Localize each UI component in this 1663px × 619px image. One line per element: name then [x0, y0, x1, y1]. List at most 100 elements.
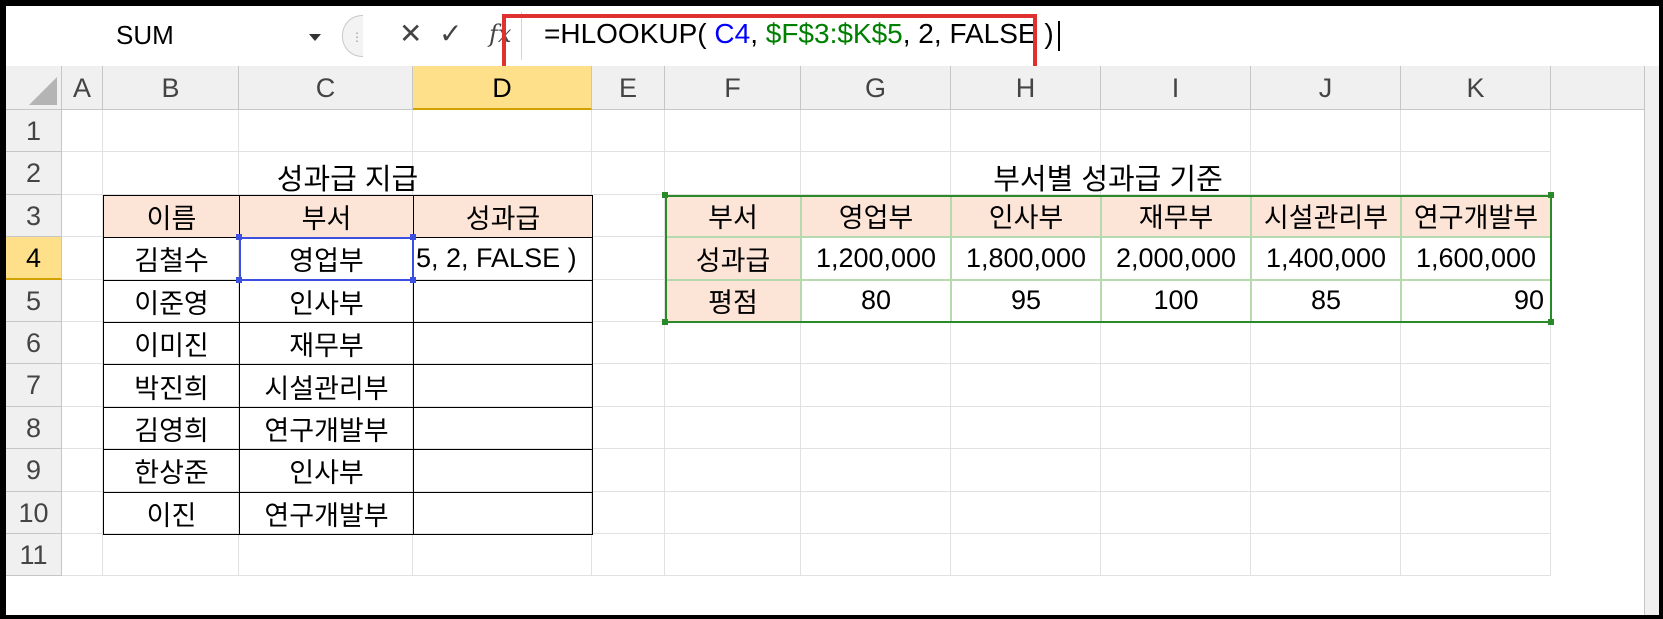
row-header-7[interactable]: 7: [6, 364, 62, 407]
cell[interactable]: [413, 110, 592, 153]
cell[interactable]: [103, 110, 239, 153]
cell[interactable]: [951, 406, 1101, 450]
column-header-c[interactable]: C: [239, 66, 413, 110]
cell[interactable]: [801, 364, 951, 407]
ref-handle[interactable]: [236, 276, 242, 283]
cell[interactable]: [1251, 491, 1401, 534]
vertical-scrollbar[interactable]: [1644, 66, 1659, 615]
cell[interactable]: [592, 364, 665, 407]
formula-bar-resize-handle[interactable]: ⋮: [342, 15, 363, 57]
cell[interactable]: [62, 110, 103, 153]
row-header-6[interactable]: 6: [6, 322, 62, 365]
ref-handle[interactable]: [410, 276, 416, 283]
cell[interactable]: [62, 152, 103, 195]
enter-icon[interactable]: ✓: [439, 16, 462, 52]
dept-cell[interactable]: 인사부: [239, 449, 414, 493]
name-cell[interactable]: 이미진: [103, 322, 240, 366]
cell[interactable]: [1101, 534, 1251, 577]
name-box-dropdown-icon[interactable]: [309, 34, 321, 41]
cell[interactable]: [801, 110, 951, 153]
column-header-h[interactable]: H: [951, 66, 1101, 110]
cell[interactable]: [592, 279, 665, 322]
name-cell[interactable]: 박진희: [103, 364, 240, 408]
name-cell[interactable]: 김철수: [103, 237, 240, 281]
cell[interactable]: [1101, 322, 1251, 365]
column-header-i[interactable]: I: [1101, 66, 1251, 110]
row-header-4[interactable]: 4: [6, 237, 62, 280]
column-header-j[interactable]: J: [1251, 66, 1401, 110]
column-header-a[interactable]: A: [62, 66, 103, 110]
left-header-1[interactable]: 부서: [239, 194, 414, 239]
bonus-cell-editing[interactable]: 5, 2, FALSE ): [413, 237, 593, 281]
cell[interactable]: [592, 237, 665, 280]
cell[interactable]: [665, 364, 801, 407]
cell[interactable]: [665, 491, 801, 534]
row-header-3[interactable]: 3: [6, 194, 62, 238]
cell[interactable]: [1401, 534, 1551, 577]
row-header-9[interactable]: 9: [6, 449, 62, 492]
cell[interactable]: [1251, 364, 1401, 407]
bonus-cell[interactable]: [413, 491, 593, 535]
cell[interactable]: [1251, 322, 1401, 365]
dept-cell[interactable]: 연구개발부: [239, 491, 414, 535]
cell[interactable]: [951, 364, 1101, 407]
cell[interactable]: [592, 194, 665, 238]
cell[interactable]: [592, 110, 665, 153]
row-header-10[interactable]: 10: [6, 491, 62, 534]
cell[interactable]: [1101, 364, 1251, 407]
name-cell[interactable]: 김영희: [103, 406, 240, 451]
ref-handle[interactable]: [410, 234, 416, 241]
cell[interactable]: [62, 406, 103, 450]
select-all-button[interactable]: [6, 66, 62, 110]
cell[interactable]: [1101, 110, 1251, 153]
cell[interactable]: [1101, 406, 1251, 450]
row-header-11[interactable]: 11: [6, 534, 62, 577]
name-box[interactable]: SUM: [6, 14, 336, 58]
cell[interactable]: [665, 534, 801, 577]
cell[interactable]: [1401, 406, 1551, 450]
name-cell[interactable]: 한상준: [103, 449, 240, 493]
cell[interactable]: [951, 110, 1101, 153]
dept-cell[interactable]: 재무부: [239, 322, 414, 366]
cell[interactable]: [801, 406, 951, 450]
row-header-2[interactable]: 2: [6, 152, 62, 195]
ref-handle[interactable]: [236, 234, 242, 241]
cell[interactable]: [592, 406, 665, 450]
bonus-cell[interactable]: [413, 449, 593, 493]
left-table-title[interactable]: 성과급 지급: [103, 156, 592, 198]
range-handle[interactable]: [662, 191, 668, 198]
cell[interactable]: [951, 322, 1101, 365]
cell[interactable]: [951, 491, 1101, 534]
cell[interactable]: [62, 491, 103, 534]
cell[interactable]: [1251, 534, 1401, 577]
cell[interactable]: [951, 534, 1101, 577]
left-header-2[interactable]: 성과급: [413, 194, 593, 239]
cell[interactable]: [665, 406, 801, 450]
cell[interactable]: [801, 491, 951, 534]
cell[interactable]: [592, 152, 665, 195]
cell[interactable]: [1401, 491, 1551, 534]
cell[interactable]: [1401, 110, 1551, 153]
range-handle[interactable]: [662, 319, 668, 325]
column-header-e[interactable]: E: [592, 66, 665, 110]
cell[interactable]: [665, 322, 801, 365]
cell[interactable]: [801, 534, 951, 577]
left-header-0[interactable]: 이름: [103, 194, 240, 239]
name-cell[interactable]: 이진: [103, 491, 240, 535]
cell[interactable]: [1401, 322, 1551, 365]
cell[interactable]: [62, 322, 103, 365]
column-header-d[interactable]: D: [413, 66, 592, 110]
cell[interactable]: [62, 534, 103, 577]
cell[interactable]: [1401, 364, 1551, 407]
range-handle[interactable]: [1548, 191, 1554, 198]
cell[interactable]: [592, 322, 665, 365]
cell[interactable]: [1251, 449, 1401, 492]
dept-cell[interactable]: 인사부: [239, 279, 414, 323]
cell[interactable]: [239, 110, 413, 153]
cell[interactable]: [1251, 406, 1401, 450]
cell[interactable]: [62, 237, 103, 280]
range-handle[interactable]: [1548, 319, 1554, 325]
cell[interactable]: [413, 534, 592, 577]
column-header-f[interactable]: F: [665, 66, 801, 110]
cell[interactable]: [665, 110, 801, 153]
